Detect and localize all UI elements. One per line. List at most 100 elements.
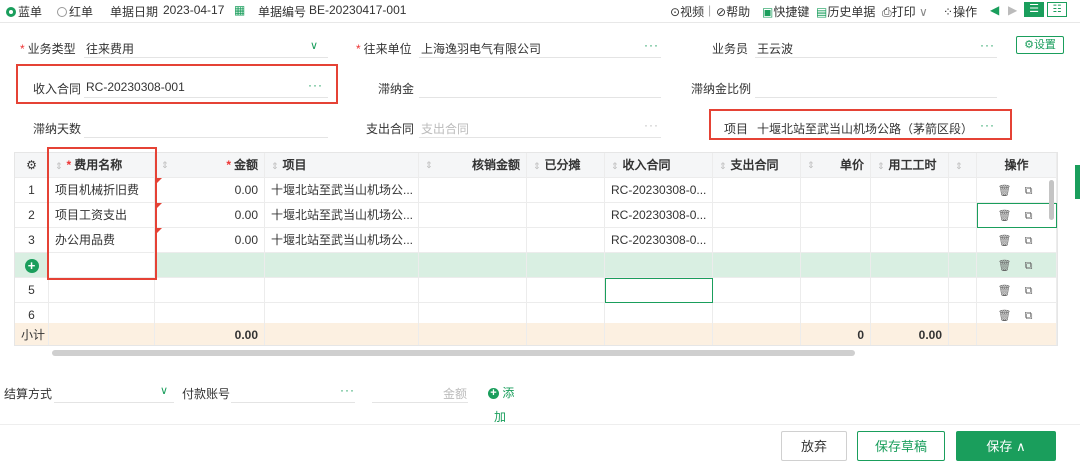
partner-label: * 往来单位	[356, 42, 412, 56]
column-settings-icon[interactable]: ⚙	[15, 153, 49, 178]
settle-label: 结算方式	[4, 387, 53, 401]
col-ops: 操作	[977, 153, 1057, 178]
partner-field[interactable]: 上海逸羽电气有限公司	[421, 40, 541, 57]
history-icon: ▤	[816, 5, 828, 19]
chevron-up-icon: ∧	[1016, 439, 1026, 454]
plus-icon: +	[488, 388, 499, 400]
col-allocated[interactable]: ⇕ 已分摊	[527, 153, 605, 178]
history-button[interactable]: ▤历史单据	[816, 3, 875, 20]
print-icon: ⎙	[882, 5, 892, 19]
underline	[419, 97, 661, 98]
help-button[interactable]: ⊘帮助	[716, 3, 750, 20]
subtotal-row: 小计 0.00 0 0.00	[15, 323, 1057, 345]
copy-icon[interactable]: ⧉	[1022, 254, 1036, 277]
more-icon[interactable]: ···	[644, 38, 659, 52]
underline	[419, 57, 661, 58]
red-radio[interactable]: 红单	[57, 3, 93, 20]
add-row[interactable]: + 🗑 ⧉	[15, 253, 1057, 278]
no-value: BE-20230417-001	[309, 3, 407, 17]
table-row[interactable]: 1 项目机械折旧费 0.00 十堰北站至武当山机场公... RC-2023030…	[15, 178, 1057, 203]
delete-icon[interactable]: 🗑	[998, 229, 1012, 252]
copy-icon[interactable]: ⧉	[1022, 204, 1036, 227]
copy-icon[interactable]: ⧉	[1022, 279, 1036, 302]
vertical-scrollbar[interactable]	[1049, 180, 1054, 220]
ops-button[interactable]: ⁘操作	[943, 3, 977, 20]
flag-marker	[155, 178, 162, 185]
chevron-down-icon[interactable]: ∨	[310, 39, 318, 52]
list-view-icon[interactable]: ☰	[1024, 2, 1044, 17]
late-days-label: 滞纳天数	[33, 122, 82, 136]
delete-icon[interactable]: 🗑	[998, 254, 1012, 277]
selected-cell[interactable]	[605, 278, 713, 303]
new-fee-input[interactable]	[49, 253, 155, 278]
video-button[interactable]: ⊙视频	[670, 3, 704, 20]
income-contract-field[interactable]: RC-20230308-001	[86, 80, 185, 94]
biz-type-label: * 业务类型	[20, 42, 76, 56]
print-button[interactable]: ⎙打印 ∨	[882, 3, 928, 20]
more-icon[interactable]: ···	[308, 78, 323, 92]
more-icon[interactable]: ···	[980, 118, 995, 132]
divider	[0, 424, 1080, 425]
underline	[419, 137, 661, 138]
side-tab[interactable]	[1075, 165, 1080, 199]
col-hours[interactable]: ⇕ 用工工时	[871, 153, 949, 178]
delete-icon[interactable]: 🗑	[998, 204, 1012, 227]
amount-placeholder: 金额	[443, 387, 468, 401]
late-fee-ratio-label: 滞纳金比例	[691, 82, 752, 96]
table-header: ⚙ ⇕ * 费用名称 ⇕ * 金额 ⇕ 项目 ⇕ 核销金额 ⇕ 已分摊 ⇕ 收入合同 ⇕ 支出合同…	[15, 153, 1057, 178]
table-row[interactable]: 2 项目工资支出 0.00 十堰北站至武当山机场公... RC-20230308…	[15, 203, 1057, 228]
table-row[interactable]: 3 办公用品费 0.00 十堰北站至武当山机场公... RC-20230308-…	[15, 228, 1057, 253]
divider: |	[708, 3, 712, 17]
date-label: 单据日期	[110, 5, 159, 19]
col-writeoff[interactable]: ⇕ 核销金额	[419, 153, 527, 178]
shortcut-button[interactable]: ▣快捷键	[762, 3, 809, 20]
col-sort[interactable]: ⇕	[949, 153, 977, 178]
row-ops: 🗑 ⧉	[977, 203, 1057, 228]
staff-label: 业务员	[712, 42, 749, 56]
more-icon[interactable]: ···	[644, 118, 659, 132]
row-ops: 🗑 ⧉	[977, 228, 1057, 253]
underline	[755, 97, 997, 98]
add-row-button[interactable]: +	[15, 253, 49, 278]
table-row[interactable]: 5 🗑 ⧉	[15, 278, 1057, 303]
no-label: 单据编号	[258, 5, 307, 19]
copy-icon[interactable]: ⧉	[1022, 179, 1036, 202]
delete-icon[interactable]: 🗑	[998, 279, 1012, 302]
underline	[84, 97, 328, 98]
chevron-down-icon[interactable]: ∨	[160, 384, 168, 397]
account-label: 付款账号	[182, 387, 231, 401]
late-fee-label: 滞纳金	[378, 82, 415, 96]
settings-button[interactable]: ⚙设置	[1016, 36, 1064, 54]
col-project[interactable]: ⇕ 项目	[265, 153, 419, 178]
calendar-icon[interactable]: ▦	[234, 3, 245, 17]
play-icon: ⊙	[670, 5, 681, 19]
prev-arrow-icon[interactable]: ◀	[990, 3, 999, 17]
expense-contract-label: 支出合同	[366, 122, 415, 136]
col-fee-name[interactable]: ⇕ * 费用名称	[49, 153, 155, 178]
date-value[interactable]: 2023-04-17	[163, 3, 224, 17]
more-icon[interactable]: ···	[340, 383, 355, 397]
gear-icon: ⚙	[1024, 39, 1034, 51]
project-field[interactable]: 十堰北站至武当山机场公路（茅箭区段）PP...	[757, 120, 973, 137]
staff-field[interactable]: 王云波	[757, 40, 793, 57]
col-income-contract[interactable]: ⇕ 收入合同	[605, 153, 713, 178]
underline	[755, 57, 997, 58]
col-expense-contract[interactable]: ⇕ 支出合同	[713, 153, 801, 178]
next-arrow-icon[interactable]: ▶	[1008, 3, 1017, 17]
blue-radio[interactable]: 蓝单	[6, 3, 42, 20]
underline	[84, 57, 328, 58]
more-icon[interactable]: ···	[980, 38, 995, 52]
delete-icon[interactable]: 🗑	[998, 179, 1012, 202]
biz-type-select[interactable]: 往来费用	[86, 40, 134, 57]
income-contract-label: 收入合同	[33, 82, 82, 96]
card-view-icon[interactable]: ☷	[1047, 2, 1067, 17]
add-settle-button[interactable]: + 添	[488, 384, 514, 401]
copy-icon[interactable]: ⧉	[1022, 229, 1036, 252]
horizontal-scrollbar[interactable]	[52, 350, 855, 356]
col-unit-price[interactable]: ⇕ 单价	[801, 153, 871, 178]
expense-contract-field[interactable]: 支出合同	[421, 120, 469, 137]
top-toolbar: 蓝单 红单 单据日期 2023-04-17 ▦ 单据编号 BE-20230417…	[0, 0, 1080, 23]
project-label: 项目	[724, 122, 749, 136]
col-amount[interactable]: ⇕ * 金额	[155, 153, 265, 178]
radio-on-icon	[6, 7, 16, 17]
